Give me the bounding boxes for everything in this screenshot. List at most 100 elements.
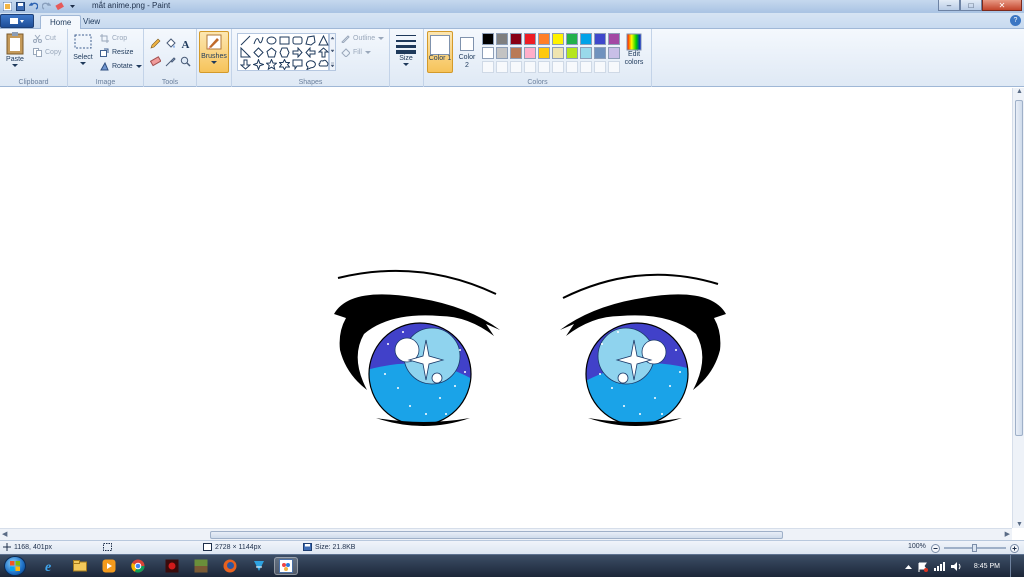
oval-shape-icon[interactable] xyxy=(266,35,277,46)
file-explorer-icon[interactable] xyxy=(68,557,92,575)
scroll-right-arrow-icon[interactable]: ▶ xyxy=(1005,530,1010,538)
color-swatch[interactable] xyxy=(538,47,550,59)
up-arrow-shape-icon[interactable] xyxy=(318,47,329,58)
rotate-button[interactable]: Rotate xyxy=(100,62,142,71)
customize-qat-chevron-down-icon[interactable] xyxy=(67,1,77,11)
minecraft-icon[interactable] xyxy=(189,557,213,575)
polygon-shape-icon[interactable] xyxy=(305,35,316,46)
horizontal-scrollbar[interactable]: ◀ ▶ xyxy=(0,528,1012,540)
color-swatch[interactable] xyxy=(552,33,564,45)
color-swatch[interactable] xyxy=(538,33,550,45)
zoom-slider-thumb[interactable] xyxy=(972,544,977,552)
color-picker-icon[interactable] xyxy=(164,55,177,68)
show-desktop-button[interactable] xyxy=(1010,555,1018,577)
color-swatch[interactable] xyxy=(608,47,620,59)
curve-shape-icon[interactable] xyxy=(253,35,264,46)
right-triangle-shape-icon[interactable] xyxy=(240,47,251,58)
maximize-button[interactable]: □ xyxy=(960,0,982,11)
color-swatch[interactable] xyxy=(496,47,508,59)
color-swatch[interactable] xyxy=(524,33,536,45)
color-swatch[interactable] xyxy=(482,47,494,59)
text-tool-icon[interactable]: A xyxy=(179,37,192,50)
triangle-shape-icon[interactable] xyxy=(318,35,329,46)
down-arrow-shape-icon[interactable] xyxy=(240,59,251,70)
custom-color-slot[interactable] xyxy=(482,61,494,73)
color-swatch[interactable] xyxy=(510,33,522,45)
color-swatch[interactable] xyxy=(608,33,620,45)
vertical-scroll-thumb[interactable] xyxy=(1015,100,1023,436)
left-arrow-shape-icon[interactable] xyxy=(305,47,316,58)
color-swatch[interactable] xyxy=(496,33,508,45)
oval-callout-shape-icon[interactable] xyxy=(305,59,316,70)
fill-button[interactable]: Fill xyxy=(341,48,371,57)
eraser-qat-icon[interactable] xyxy=(54,1,64,11)
six-point-star-shape-icon[interactable] xyxy=(279,59,290,70)
custom-color-slot[interactable] xyxy=(608,61,620,73)
custom-color-slot[interactable] xyxy=(594,61,606,73)
right-arrow-shape-icon[interactable] xyxy=(292,47,303,58)
color-swatch[interactable] xyxy=(482,33,494,45)
file-transfer-icon[interactable] xyxy=(247,557,271,575)
paint-taskbar-icon[interactable] xyxy=(274,557,298,575)
custom-color-slot[interactable] xyxy=(496,61,508,73)
custom-color-slot[interactable] xyxy=(552,61,564,73)
scroll-left-arrow-icon[interactable]: ◀ xyxy=(2,530,7,538)
five-point-star-shape-icon[interactable] xyxy=(266,59,277,70)
paint-menu-button[interactable] xyxy=(0,14,34,28)
color-swatch[interactable] xyxy=(594,33,606,45)
rectangle-shape-icon[interactable] xyxy=(279,35,290,46)
vertical-scrollbar[interactable]: ▲ ▼ xyxy=(1012,88,1024,528)
paste-button[interactable]: Paste xyxy=(5,31,25,68)
internet-explorer-icon[interactable]: e xyxy=(39,557,63,575)
tab-view[interactable]: View xyxy=(74,15,109,29)
eraser-icon[interactable] xyxy=(149,55,162,68)
save-icon[interactable] xyxy=(15,1,25,11)
custom-color-slot[interactable] xyxy=(566,61,578,73)
edit-colors-button[interactable]: Edit colors xyxy=(622,31,646,67)
cut-button[interactable]: Cut xyxy=(33,34,56,43)
network-signal-icon[interactable] xyxy=(933,562,945,571)
color-swatch[interactable] xyxy=(580,47,592,59)
crop-button[interactable]: Crop xyxy=(100,34,127,43)
color-swatch[interactable] xyxy=(510,47,522,59)
fill-bucket-icon[interactable] xyxy=(164,37,177,50)
color-swatch[interactable] xyxy=(594,47,606,59)
custom-color-slot[interactable] xyxy=(524,61,536,73)
show-hidden-icons-chevron-up-icon[interactable] xyxy=(904,564,912,570)
start-button[interactable] xyxy=(4,556,26,576)
horizontal-scroll-thumb[interactable] xyxy=(210,531,783,539)
canvas-area[interactable] xyxy=(0,88,1012,528)
outline-button[interactable]: Outline xyxy=(341,34,385,43)
rectangular-callout-shape-icon[interactable] xyxy=(292,59,303,70)
volume-speaker-icon[interactable] xyxy=(950,562,962,571)
action-center-flag-icon[interactable] xyxy=(918,562,928,572)
brushes-button[interactable]: Brushes xyxy=(199,31,229,73)
scroll-down-arrow-icon[interactable]: ▼ xyxy=(1016,521,1023,528)
chrome-icon[interactable] xyxy=(126,557,150,575)
scroll-up-arrow-icon[interactable]: ▲ xyxy=(1016,88,1023,95)
close-button[interactable]: ✕ xyxy=(982,0,1022,11)
color-swatch[interactable] xyxy=(580,33,592,45)
rounded-rectangle-shape-icon[interactable] xyxy=(292,35,303,46)
shapes-gallery-scroll[interactable] xyxy=(329,33,336,71)
size-button[interactable]: Size xyxy=(395,32,417,67)
custom-color-slot[interactable] xyxy=(580,61,592,73)
zoom-out-icon[interactable] xyxy=(931,544,940,553)
four-point-star-shape-icon[interactable] xyxy=(253,59,264,70)
magnifier-icon[interactable] xyxy=(179,55,192,68)
firefox-icon[interactable] xyxy=(218,557,242,575)
diamond-shape-icon[interactable] xyxy=(253,47,264,58)
color-swatch[interactable] xyxy=(566,47,578,59)
copy-button[interactable]: Copy xyxy=(33,48,61,57)
undo-icon[interactable] xyxy=(28,1,38,11)
zoom-in-icon[interactable] xyxy=(1010,544,1019,553)
pentagon-shape-icon[interactable] xyxy=(266,47,277,58)
taskbar-clock[interactable]: 8:45 PM xyxy=(974,563,1000,570)
zoom-slider[interactable] xyxy=(944,544,1006,552)
select-button[interactable]: Select xyxy=(73,31,93,66)
game-app-icon[interactable] xyxy=(160,557,184,575)
resize-button[interactable]: Resize xyxy=(100,48,133,57)
color2-button[interactable]: Color 2 xyxy=(457,31,477,70)
redo-icon[interactable] xyxy=(41,1,51,11)
pencil-icon[interactable] xyxy=(149,37,162,50)
